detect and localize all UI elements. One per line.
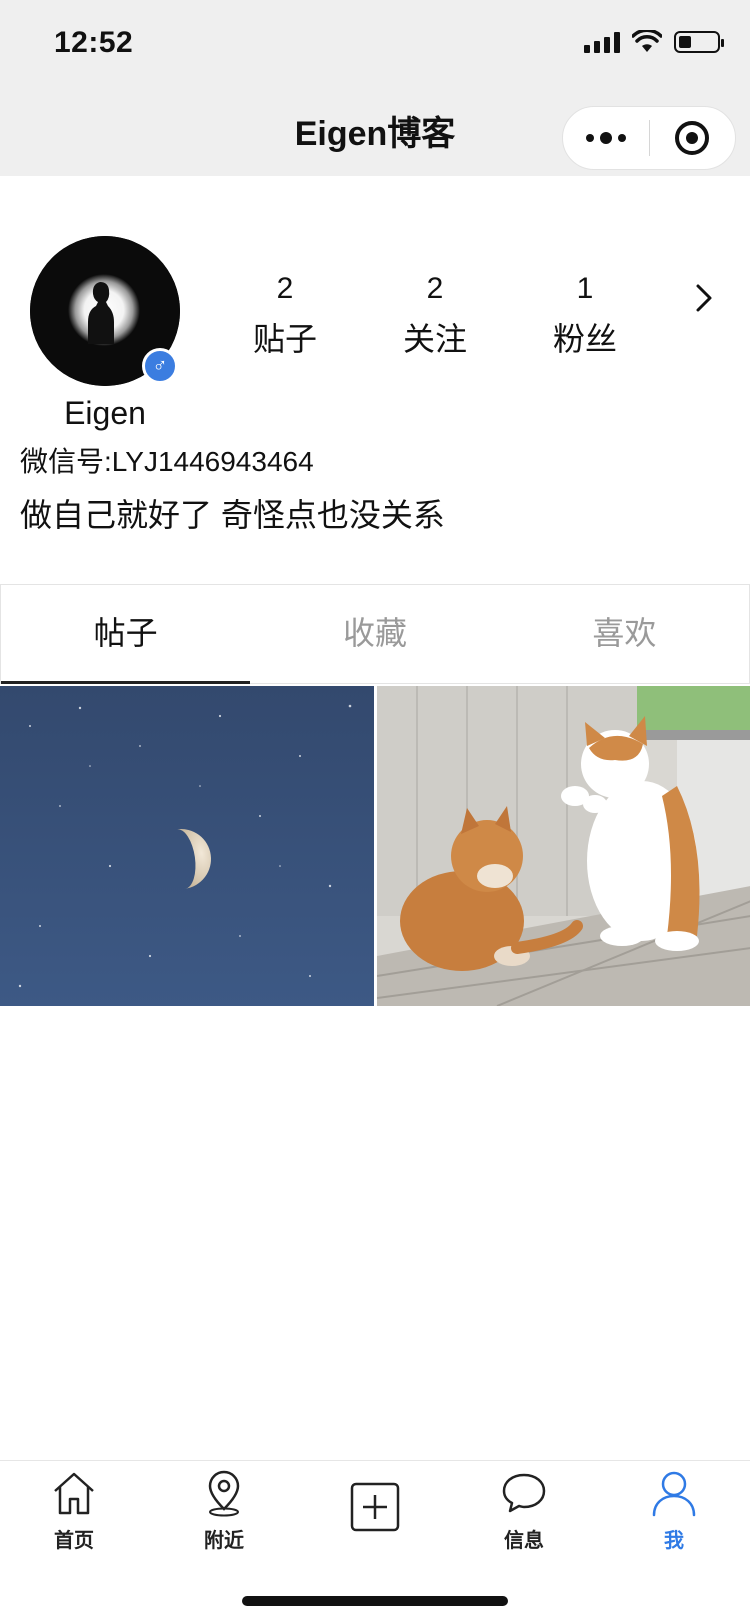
tab-posts[interactable]: 帖子 <box>1 585 251 684</box>
location-pin-icon <box>208 1470 240 1517</box>
top-bar: 12:52 Eigen博客 <box>0 0 750 176</box>
status-time: 12:52 <box>54 26 134 59</box>
stat-count: 2 <box>426 272 444 305</box>
tab-bar-me[interactable]: 我 <box>614 1469 734 1553</box>
chat-bubble-icon <box>502 1473 546 1513</box>
username: Eigen <box>64 395 146 431</box>
stat-count: 2 <box>276 272 294 305</box>
stat-label: 粉丝 <box>552 321 617 357</box>
stat-posts[interactable]: 2 贴子 <box>210 272 360 360</box>
tab-bar-messages[interactable]: 信息 <box>464 1469 584 1553</box>
more-button[interactable] <box>563 107 649 169</box>
more-dots-icon <box>585 132 626 144</box>
signal-icon <box>584 31 620 53</box>
cats-photo <box>376 686 750 1006</box>
tab-bar-label: 我 <box>664 1530 684 1552</box>
post-thumbnail-moon[interactable] <box>0 686 374 1006</box>
battery-icon <box>674 31 724 53</box>
moon-photo <box>0 686 374 1006</box>
content-tabs: 帖子 收藏 喜欢 <box>0 584 750 684</box>
home-indicator <box>242 1596 508 1606</box>
mini-program-capsule <box>562 106 736 170</box>
stat-followers[interactable]: 1 粉丝 <box>510 272 660 360</box>
tab-bar-add[interactable] <box>315 1481 435 1538</box>
chevron-right-icon[interactable] <box>690 280 718 316</box>
wifi-icon <box>632 30 662 52</box>
tab-likes[interactable]: 喜欢 <box>500 585 749 683</box>
user-icon <box>652 1471 696 1517</box>
target-icon <box>675 121 710 155</box>
close-mini-program-button[interactable] <box>650 107 736 169</box>
status-icons <box>584 30 724 54</box>
tab-bar-label: 信息 <box>504 1530 544 1552</box>
stat-label: 贴子 <box>252 321 317 357</box>
tab-bar-label: 附近 <box>204 1530 244 1552</box>
stat-label: 关注 <box>402 321 467 357</box>
add-square-icon <box>350 1482 400 1532</box>
male-icon: ♂ <box>142 348 178 384</box>
stat-following[interactable]: 2 关注 <box>360 272 510 360</box>
profile-stats: 2 贴子 2 关注 1 粉丝 <box>210 272 660 360</box>
wechat-id: 微信号:LYJ1446943464 <box>20 446 314 477</box>
stat-count: 1 <box>576 272 594 305</box>
tab-bar-label: 首页 <box>54 1530 94 1552</box>
tab-favorites[interactable]: 收藏 <box>250 585 499 683</box>
post-grid <box>0 686 750 1006</box>
bio: 做自己就好了 奇怪点也没关系 <box>20 497 445 533</box>
post-thumbnail-cats[interactable] <box>376 686 750 1006</box>
tab-bar-home[interactable]: 首页 <box>14 1469 134 1553</box>
home-icon <box>54 1472 94 1515</box>
tab-bar-nearby[interactable]: 附近 <box>164 1469 284 1553</box>
